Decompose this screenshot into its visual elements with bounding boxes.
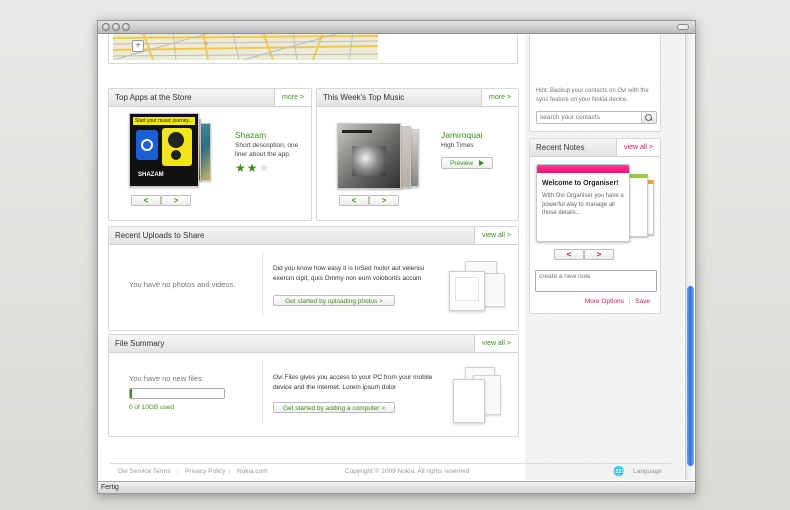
footer-separator: | (229, 468, 231, 475)
footer-separator: | (177, 468, 179, 475)
star-filled-icon: ★ (235, 161, 247, 175)
empty-state-text: You have no photos and videos. (129, 280, 236, 289)
app-name[interactable]: Shazam (235, 130, 266, 140)
title-bar (98, 21, 695, 34)
app-description: Short description, one liner about the a… (235, 142, 299, 158)
separator: | (628, 298, 631, 305)
album-name: High Times (441, 142, 474, 149)
star-filled-icon: ★ (246, 161, 259, 175)
note-prev-button[interactable]: < (554, 249, 584, 260)
footer-link-nokia[interactable]: Nokia.com (237, 468, 268, 475)
shazam-app-cover[interactable]: Start your music journey... SHAZAM (129, 113, 199, 187)
music-prev-button[interactable]: < (339, 195, 369, 206)
save-link[interactable]: Save (635, 298, 650, 305)
panel-title: Recent Uploads to Share (115, 231, 205, 240)
copyright-text: Copyright © 2009 Nokia. All rights reser… (345, 468, 470, 475)
vertical-scrollbar[interactable] (685, 34, 695, 480)
view-all-link[interactable]: view all > (474, 335, 518, 352)
language-link[interactable]: Language (633, 468, 662, 475)
contacts-search (536, 111, 657, 124)
map-panel: st + (108, 34, 518, 64)
add-computer-button[interactable]: Get started by adding a computer > (273, 402, 395, 413)
map-streets: st (113, 34, 378, 60)
app-cover-caption: Start your music journey... (133, 117, 195, 125)
contacts-panel: Hint: Backup your contacts on Ovi with t… (529, 34, 661, 132)
shazam-logo-icon (136, 130, 158, 160)
top-apps-panel: Top Apps at the Store more > Start your … (108, 88, 312, 221)
note-next-button[interactable]: > (584, 249, 614, 260)
play-icon (479, 160, 484, 166)
footer-link-privacy[interactable]: Privacy Policy (185, 468, 225, 475)
album-cover[interactable] (337, 123, 401, 189)
empty-state-text: You have no new files (129, 374, 202, 383)
divider (262, 361, 263, 423)
more-link[interactable]: more > (481, 89, 518, 106)
more-options-link[interactable]: More Options (585, 298, 624, 305)
recent-uploads-panel: Recent Uploads to Share view all > You h… (108, 226, 519, 331)
search-button[interactable] (641, 112, 656, 123)
globe-icon: 🌐 (613, 466, 625, 476)
minimize-window-button[interactable] (112, 23, 120, 31)
scrollbar-thumb[interactable] (687, 286, 694, 466)
app-rating: ★★★ (235, 162, 270, 174)
divider (262, 253, 263, 315)
photo-frames-icon (449, 261, 505, 311)
status-text: Fertig (101, 484, 119, 491)
files-info-text: Ovi Files gives you access to your PC fr… (273, 374, 433, 391)
speaker-icon (162, 128, 192, 166)
close-window-button[interactable] (102, 23, 110, 31)
note-title: Welcome to Organiser! (542, 180, 619, 187)
file-summary-panel: File Summary view all > You have no new … (108, 334, 519, 437)
note-body: With Ovi Organiser you have a powerful w… (542, 193, 624, 216)
panel-title: This Week's Top Music (323, 93, 405, 102)
page-footer: Ovi Service Terms | Privacy Policy | Nok… (110, 463, 671, 478)
footer-link-terms[interactable]: Ovi Service Terms (118, 468, 171, 475)
app-cover-brand: SHAZAM (138, 172, 164, 178)
top-music-panel: This Week's Top Music more > < > Jamiroq… (316, 88, 519, 221)
zoom-window-button[interactable] (122, 23, 130, 31)
map-zoom-in-button[interactable]: + (132, 40, 144, 52)
more-link[interactable]: more > (274, 89, 311, 106)
app-next-button[interactable]: > (161, 195, 191, 206)
view-all-link[interactable]: view all > (474, 227, 518, 244)
map-view[interactable]: st + (113, 34, 378, 60)
artist-name[interactable]: Jamiroquai (441, 130, 483, 140)
storage-usage-bar (129, 388, 225, 399)
preview-label: Preview (450, 160, 474, 167)
preview-button[interactable]: Preview (441, 157, 493, 169)
view-all-link[interactable]: view all > (616, 139, 660, 156)
status-bar: Fertig (98, 481, 695, 493)
documents-icon (453, 367, 503, 423)
page-viewport: st + Top Apps at the Store more > Start … (98, 34, 684, 480)
uploads-info-text: Did you know how easy it is toSed molor … (273, 265, 425, 282)
panel-title: Top Apps at the Store (115, 93, 192, 102)
notes-stack: Welcome to Organiser! With Ovi Organiser… (536, 164, 658, 244)
new-note-input[interactable] (535, 270, 657, 292)
note-card[interactable]: Welcome to Organiser! With Ovi Organiser… (536, 164, 630, 242)
album-carousel (337, 123, 427, 189)
app-carousel: Start your music journey... SHAZAM (129, 113, 219, 187)
star-empty-icon: ★ (258, 161, 271, 175)
panel-title: Recent Notes (536, 143, 585, 152)
toolbar-toggle-button[interactable] (677, 24, 689, 30)
storage-usage-text: 0 of 10GB used (129, 404, 175, 411)
app-prev-button[interactable]: < (131, 195, 161, 206)
browser-window: st + Top Apps at the Store more > Start … (97, 20, 696, 494)
panel-title: File Summary (115, 339, 165, 348)
music-next-button[interactable]: > (369, 195, 399, 206)
storage-usage-fill (130, 389, 132, 398)
recent-notes-panel: Recent Notes view all > Welcome to Organ… (529, 138, 661, 314)
contacts-hint: Hint: Backup your contacts on Ovi with t… (536, 88, 649, 103)
contacts-search-input[interactable] (537, 112, 644, 123)
upload-photos-button[interactable]: Get started by uploading photos > (273, 295, 395, 306)
